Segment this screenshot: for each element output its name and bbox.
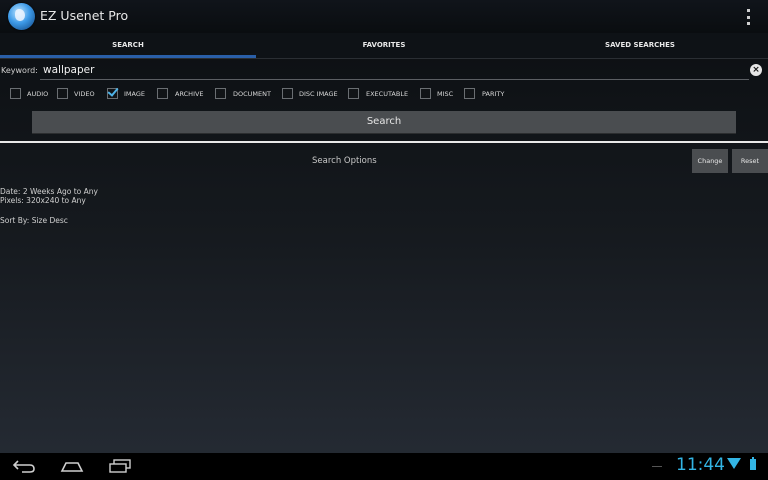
app-globe-icon[interactable] (8, 3, 35, 30)
checkbox-disc-image-label: DISC IMAGE (299, 90, 338, 98)
checkbox-video-label: VIDEO (74, 90, 95, 98)
app-title: EZ Usenet Pro (40, 8, 129, 23)
sort-option: Sort By: Size Desc (0, 216, 68, 225)
clock: 11:44 (676, 455, 725, 475)
checkbox-archive-label: ARCHIVE (175, 90, 204, 98)
battery-icon (750, 457, 756, 470)
reset-button[interactable]: Reset (732, 149, 768, 173)
tab-bar: SEARCH FAVORITES SAVED SEARCHES (0, 33, 768, 59)
action-bar: EZ Usenet Pro (0, 0, 768, 33)
pixels-option: Pixels: 320x240 to Any (0, 196, 86, 205)
checkbox-executable[interactable] (348, 88, 359, 99)
date-option: Date: 2 Weeks Ago to Any (0, 187, 98, 196)
search-options-title: Search Options (312, 156, 377, 166)
tab-search[interactable]: SEARCH (0, 33, 256, 58)
checkbox-video[interactable] (57, 88, 68, 99)
keyword-label: Keyword: (1, 66, 38, 75)
home-icon[interactable] (60, 459, 84, 473)
checkbox-misc-label: MISC (437, 90, 454, 98)
checkbox-audio[interactable] (10, 88, 21, 99)
search-button[interactable]: Search (32, 111, 736, 134)
wifi-icon (727, 458, 741, 469)
back-icon[interactable] (12, 459, 36, 473)
divider (0, 141, 768, 143)
checkbox-parity-label: PARITY (482, 90, 505, 98)
checkbox-archive[interactable] (157, 88, 168, 99)
checkbox-misc[interactable] (420, 88, 431, 99)
checkbox-disc-image[interactable] (282, 88, 293, 99)
checkbox-image-label: IMAGE (124, 90, 146, 98)
tab-saved-searches[interactable]: SAVED SEARCHES (512, 33, 768, 58)
status-divider (652, 466, 662, 467)
keyword-input[interactable] (40, 61, 749, 80)
clear-icon[interactable]: × (750, 64, 762, 76)
checkbox-image[interactable] (107, 88, 118, 99)
recents-icon[interactable] (108, 459, 132, 473)
checkbox-executable-label: EXECUTABLE (366, 90, 409, 98)
change-button[interactable]: Change (692, 149, 728, 173)
checkbox-document-label: DOCUMENT (233, 90, 271, 98)
checkbox-parity[interactable] (464, 88, 475, 99)
checkbox-audio-label: AUDIO (27, 90, 49, 98)
tab-favorites[interactable]: FAVORITES (256, 33, 512, 58)
checkbox-document[interactable] (215, 88, 226, 99)
overflow-menu-icon[interactable] (741, 9, 755, 25)
